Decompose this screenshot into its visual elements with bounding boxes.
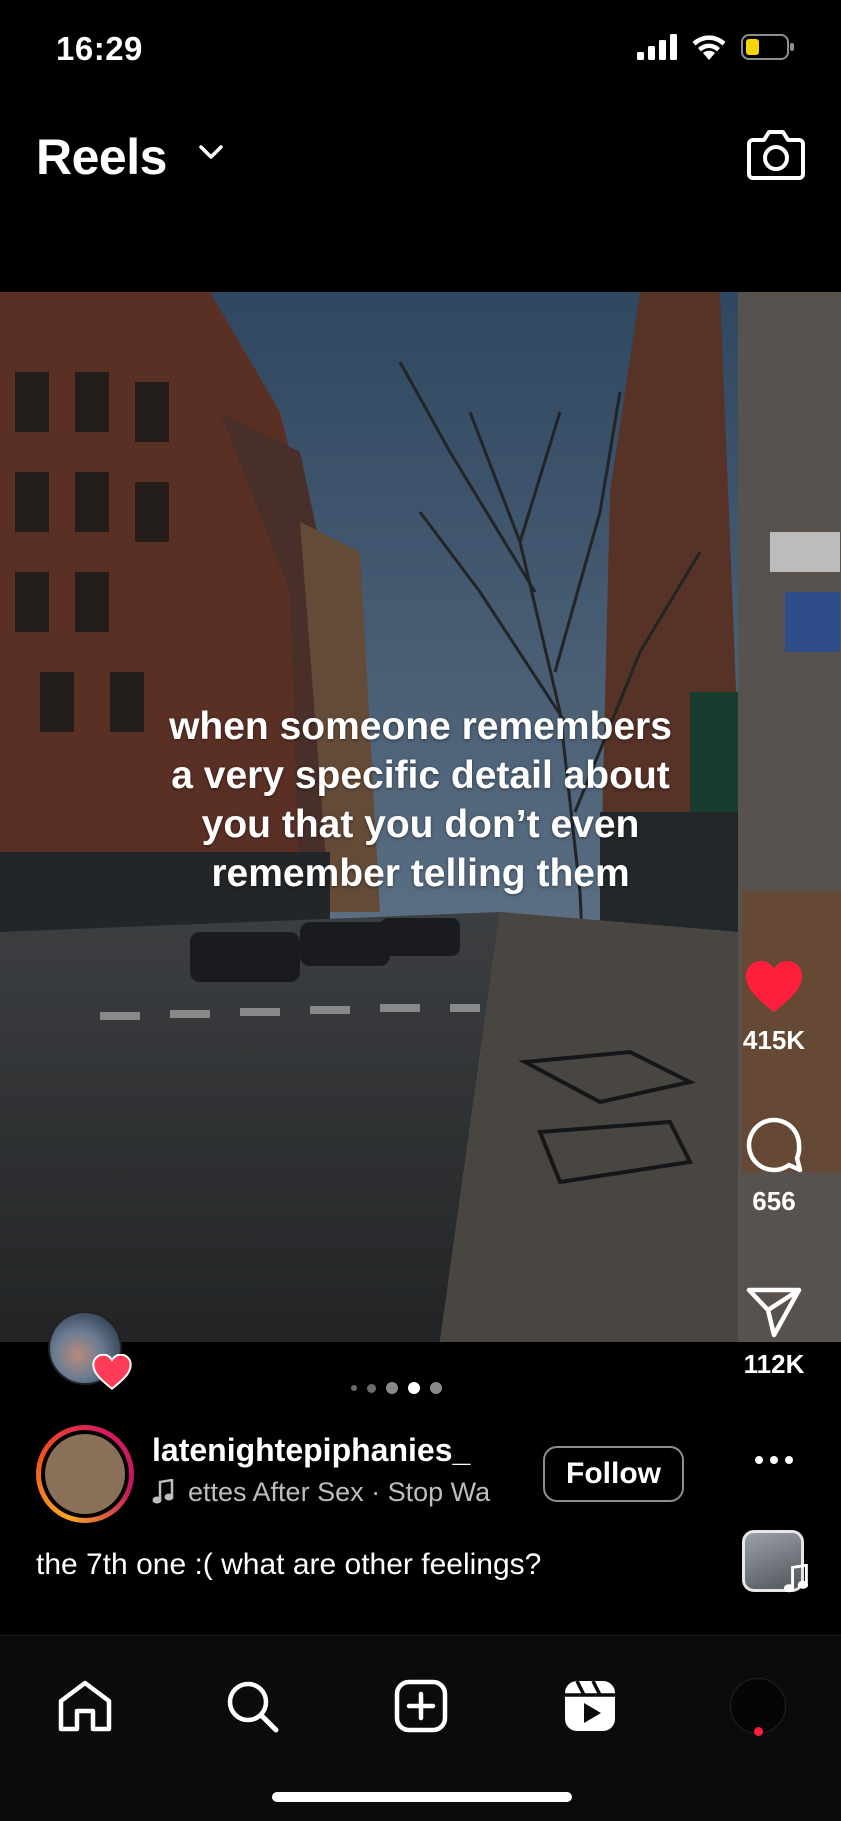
- author-username[interactable]: latenightepiphanies_: [152, 1432, 470, 1469]
- reels-icon[interactable]: [563, 1679, 617, 1733]
- audio-title: ettes After Sex · Stop Wa: [188, 1476, 491, 1507]
- audio-track[interactable]: ettes After Sex · Stop Wa: [152, 1474, 522, 1510]
- page-dot: [351, 1385, 357, 1391]
- search-icon[interactable]: [224, 1678, 280, 1734]
- page-dot: [367, 1383, 376, 1393]
- status-icons: [637, 34, 795, 60]
- status-bar: 16:29: [0, 0, 841, 100]
- more-options-icon[interactable]: [754, 1453, 794, 1467]
- reel-video[interactable]: when someone remembers a very specific d…: [0, 292, 841, 1342]
- page-dot-active: [408, 1382, 420, 1394]
- notification-dot: [754, 1727, 763, 1736]
- tab-home[interactable]: [45, 1666, 125, 1746]
- page-dot: [430, 1382, 442, 1394]
- tab-search[interactable]: [212, 1666, 292, 1746]
- reel-overlay-text: when someone remembers a very specific d…: [0, 702, 841, 898]
- author-avatar[interactable]: [36, 1425, 134, 1523]
- chevron-down-icon[interactable]: [198, 144, 224, 162]
- wifi-icon: [692, 35, 726, 60]
- like-count: 415K: [742, 1025, 806, 1055]
- page-indicator: [351, 1382, 442, 1394]
- overlay-line: when someone remembers: [169, 705, 672, 748]
- create-icon[interactable]: [394, 1679, 448, 1733]
- heart-badge-icon: [92, 1354, 132, 1390]
- page-title[interactable]: Reels: [36, 128, 167, 186]
- share-action[interactable]: 112K: [724, 1286, 824, 1380]
- profile-avatar[interactable]: [730, 1678, 786, 1734]
- home-icon[interactable]: [57, 1679, 113, 1733]
- cellular-signal-icon: [637, 34, 677, 60]
- music-note-icon: [783, 1564, 809, 1593]
- comment-count: 656: [752, 1186, 796, 1216]
- status-time: 16:29: [56, 30, 143, 67]
- comment-icon[interactable]: [744, 1115, 804, 1175]
- tab-reels[interactable]: [550, 1666, 630, 1746]
- camera-icon[interactable]: [747, 126, 805, 180]
- overlay-line: you that you don’t even: [201, 803, 640, 846]
- send-icon[interactable]: [746, 1286, 802, 1338]
- overlay-line: remember telling them: [211, 852, 630, 895]
- heart-filled-icon[interactable]: [744, 960, 804, 1014]
- share-count: 112K: [743, 1349, 805, 1379]
- home-indicator[interactable]: [272, 1792, 572, 1802]
- follow-button[interactable]: Follow: [543, 1446, 684, 1502]
- reels-header: Reels: [0, 110, 841, 200]
- reel-caption[interactable]: the 7th one :( what are other feelings?: [36, 1548, 541, 1582]
- tab-create[interactable]: [381, 1666, 461, 1746]
- battery-icon: [741, 34, 794, 60]
- comment-action[interactable]: 656: [724, 1115, 824, 1217]
- overlay-line: a very specific detail about: [171, 754, 670, 797]
- page-dot: [386, 1382, 398, 1394]
- author-photo: [45, 1434, 125, 1514]
- like-action[interactable]: 415K: [724, 960, 824, 1056]
- music-note-icon: [152, 1479, 174, 1504]
